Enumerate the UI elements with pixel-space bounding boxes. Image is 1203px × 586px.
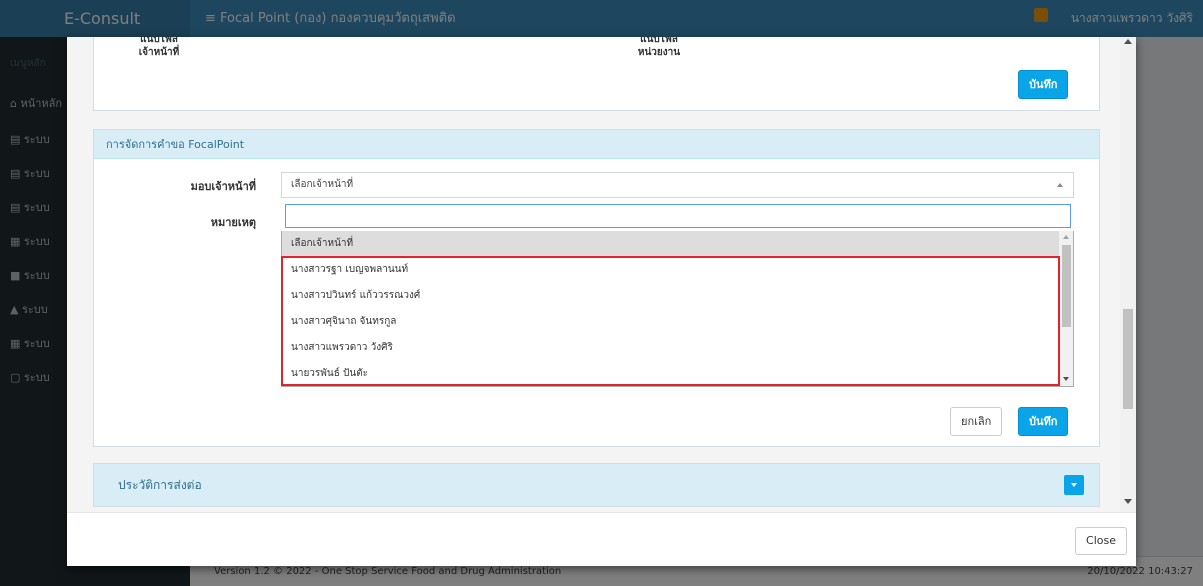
officer-attachment-label: แนบไฟล์ เจ้าหน้าที่: [138, 37, 180, 58]
modal-scrollbar[interactable]: [1120, 37, 1136, 512]
selected-value: เลือกเจ้าหน้าที่: [291, 179, 354, 190]
focalpoint-save-button[interactable]: บันทึก: [1018, 407, 1069, 436]
assign-officer-label: มอบเจ้าหน้าที่: [190, 180, 256, 193]
dropdown-option[interactable]: นางสาวรฐา เบญจพลานนท์: [282, 257, 1059, 283]
close-button[interactable]: Close: [1075, 527, 1127, 555]
forwarding-history-box: ประวัติการส่งต่อ: [93, 463, 1100, 507]
history-box-header: ประวัติการส่งต่อ: [94, 464, 1099, 506]
scroll-down-arrow-icon[interactable]: [1124, 499, 1132, 504]
modal-body: แนบไฟล์ เจ้าหน้าที่ แนบไฟล์ หน่วยงาน บันทึ…: [67, 37, 1136, 512]
dropdown-scroll-thumb[interactable]: [1062, 245, 1071, 327]
dropdown-option[interactable]: นายวรพันธ์ ปันตัะ: [282, 361, 1059, 386]
dropdown-option[interactable]: นางสาวปวินทร์ แก้ววรรณวงศ์: [282, 283, 1059, 309]
focalpoint-request-box: การจัดการคำขอ FocalPoint มอบเจ้าหน้าที่ …: [93, 129, 1100, 447]
modal-footer: Close: [67, 512, 1136, 566]
scroll-up-arrow-icon[interactable]: [1063, 235, 1069, 239]
cancel-button[interactable]: ยกเลิก: [950, 407, 1003, 436]
chevron-down-icon: [1071, 483, 1077, 487]
dropdown-option[interactable]: นางสาวแพรวดาว วังศิริ: [282, 335, 1059, 361]
dropdown-option[interactable]: เลือกเจ้าหน้าที่: [282, 231, 1059, 257]
attachment-box: แนบไฟล์ เจ้าหน้าที่ แนบไฟล์ หน่วยงาน บันทึ…: [93, 37, 1100, 111]
focalpoint-box-header: การจัดการคำขอ FocalPoint: [94, 130, 1099, 159]
officer-search-input[interactable]: [285, 204, 1071, 228]
scroll-up-arrow-icon[interactable]: [1124, 39, 1132, 44]
unit-attachment-label: แนบไฟล์ หน่วยงาน: [637, 37, 681, 58]
dropdown-scrollbar[interactable]: [1059, 231, 1073, 386]
modal-scroll-thumb[interactable]: [1123, 309, 1133, 409]
dropdown-option[interactable]: นางสาวศุจินาถ จันทรกูล: [282, 309, 1059, 335]
attachment-save-button[interactable]: บันทึก: [1018, 70, 1069, 99]
history-expand-button[interactable]: [1064, 475, 1084, 495]
chevron-up-icon: [1057, 183, 1063, 187]
scroll-down-arrow-icon[interactable]: [1063, 377, 1069, 381]
modal-dialog: แนบไฟล์ เจ้าหน้าที่ แนบไฟล์ หน่วยงาน บันทึ…: [67, 37, 1136, 566]
officer-dropdown-list: เลือกเจ้าหน้าที่ นางสาวรฐา เบญจพลานนท์ น…: [281, 231, 1074, 387]
note-label: หมายเหตุ: [210, 216, 256, 229]
assign-officer-select[interactable]: เลือกเจ้าหน้าที่: [281, 172, 1074, 198]
